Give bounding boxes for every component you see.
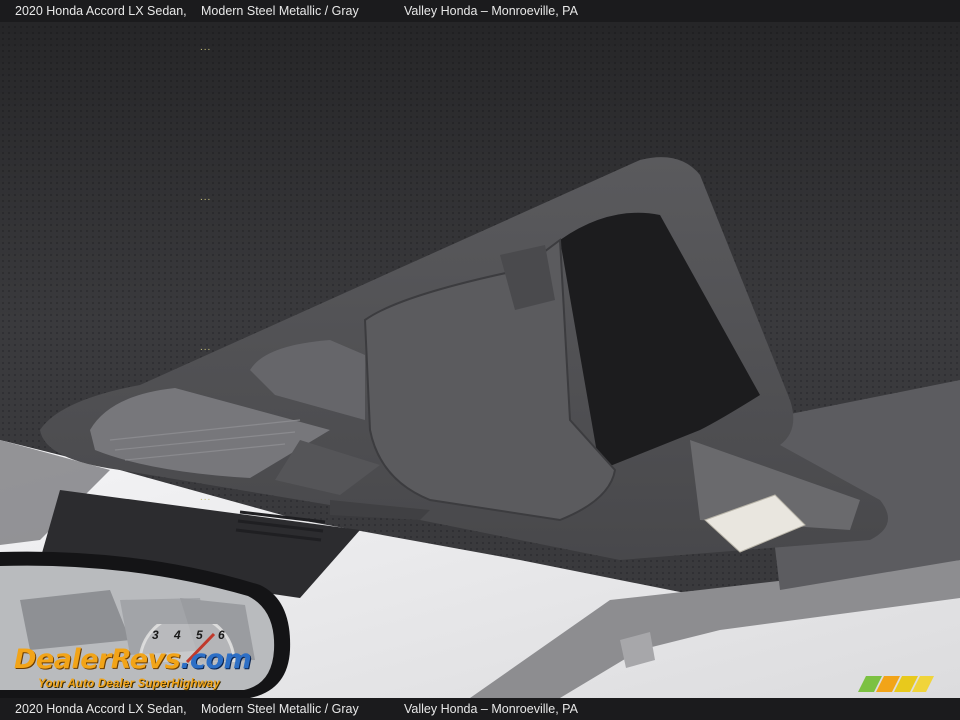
caption-title: 2020 Honda Accord LX Sedan, [15,4,187,18]
photo-mark: ... [200,42,212,53]
caption-dealer: Valley Honda – Monroeville, PA [404,702,578,716]
brand-part2: .com [180,644,252,675]
caption-color: Modern Steel Metallic / Gray [201,702,359,716]
gauge-digits: 3 4 5 6 [152,628,231,642]
brand-text: DealerRevs.com [14,644,252,675]
caption-color: Modern Steel Metallic / Gray [201,4,359,18]
dealerrevs-logo: 3 4 5 6 DealerRevs.com Your Auto Dealer … [12,624,272,696]
photo-mark: ... [200,342,212,353]
brand-tagline: Your Auto Dealer SuperHighway [38,678,220,690]
photo-mark: ... [200,492,212,503]
caption-dealer: Valley Honda – Monroeville, PA [404,4,578,18]
caption-bar-bottom: 2020 Honda Accord LX Sedan, Modern Steel… [0,698,960,720]
brand-part1: DealerRevs [14,644,181,675]
corner-watermark-icon [858,676,934,692]
caption-title: 2020 Honda Accord LX Sedan, [15,702,187,716]
photo-mark: ... [200,192,212,203]
interior-photo [0,22,960,698]
caption-bar-top: 2020 Honda Accord LX Sedan, Modern Steel… [0,0,960,22]
